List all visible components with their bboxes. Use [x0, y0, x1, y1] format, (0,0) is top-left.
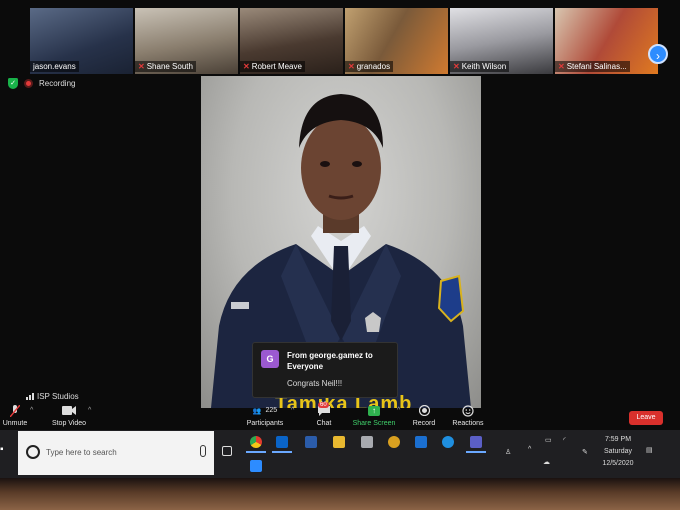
stop-video-button[interactable]: Stop Video — [50, 404, 88, 427]
cortana-circle-icon — [26, 445, 40, 459]
sender-avatar: G — [261, 350, 279, 368]
mic-muted-icon: ✕ — [243, 62, 250, 71]
action-center-icon[interactable]: ▤ — [646, 446, 653, 454]
unmute-button[interactable]: Unmute — [2, 404, 28, 427]
windows-taskbar: ▪ Type here to search ♙ ^ ▭ ◜ ☁ ✎ 7:59 P… — [0, 430, 680, 478]
participant-name: Robert Meave — [251, 62, 302, 71]
zoom-icon[interactable] — [250, 460, 262, 472]
edge-icon[interactable] — [442, 436, 454, 448]
share-options-caret-icon[interactable]: ^ — [397, 407, 400, 414]
record-icon — [418, 405, 430, 416]
active-speaker-label: ISP Studios — [26, 392, 79, 401]
meeting-toolbar: Unmute ^ Stop Video ^ 👥 225 Participants… — [0, 402, 680, 430]
share-arrow-icon: ↑ — [368, 405, 380, 416]
chrome-active-indicator — [246, 451, 266, 453]
next-page-button[interactable]: › — [648, 44, 668, 64]
participant-name: granados — [356, 62, 391, 71]
monitor-icon[interactable]: ▭ — [545, 436, 552, 444]
taskbar-search-box[interactable]: Type here to search — [18, 431, 214, 475]
active-speaker-name: ISP Studios — [37, 392, 79, 401]
outlook-icon[interactable] — [276, 436, 288, 448]
video-camera-icon — [50, 404, 88, 417]
signal-strength-icon — [26, 393, 34, 400]
windows-start-icon[interactable]: ▪ — [0, 444, 4, 455]
security-shield-icon[interactable]: ✓ — [8, 78, 18, 89]
task-view-icon[interactable] — [222, 446, 232, 456]
record-button[interactable]: Record — [410, 404, 438, 427]
video-options-caret-icon[interactable]: ^ — [88, 407, 91, 414]
participant-name: Stefani Salinas... — [566, 62, 627, 71]
mail-icon[interactable] — [415, 436, 427, 448]
chat-unread-badge: 60 — [318, 402, 329, 408]
participant-name: Shane South — [146, 62, 193, 71]
network-app-icon[interactable] — [388, 436, 400, 448]
reactions-button[interactable]: Reactions — [450, 404, 486, 427]
chat-notification[interactable]: G From george.gamez to Everyone Congrats… — [252, 342, 398, 398]
chat-message: Congrats Neil!!! — [287, 379, 343, 388]
participant-name: jason.evans — [33, 62, 76, 71]
wifi-icon[interactable]: ◜ — [563, 436, 566, 444]
mic-muted-icon: ✕ — [138, 62, 145, 71]
participants-button[interactable]: 👥 225 Participants — [245, 404, 285, 427]
recording-label: Recording — [39, 79, 76, 88]
word-icon[interactable] — [305, 436, 317, 448]
chat-button[interactable]: 60 Chat — [312, 402, 336, 427]
participant-tile[interactable]: ✕ Keith Wilson — [450, 8, 553, 74]
record-dot-icon — [24, 79, 33, 88]
cloud-sync-icon[interactable]: ☁ — [543, 458, 550, 466]
clock-time: 7:59 PM — [604, 436, 632, 443]
audio-options-caret-icon[interactable]: ^ — [30, 407, 33, 414]
outlook-active-indicator — [272, 451, 292, 453]
mic-muted-icon: ✕ — [348, 62, 355, 71]
participants-options-caret-icon[interactable]: ^ — [291, 407, 294, 414]
clock-day: Saturday — [603, 448, 633, 455]
participant-tile[interactable]: ✕ Shane South — [135, 8, 238, 74]
people-icon[interactable]: ♙ — [505, 448, 511, 456]
calculator-icon[interactable] — [361, 436, 373, 448]
participant-strip: jason.evans ✕ Shane South ✕ Robert Meave ✕… — [30, 8, 670, 74]
monitor-bezel — [0, 478, 680, 510]
participant-tile[interactable]: jason.evans — [30, 8, 133, 74]
leave-button[interactable]: Leave — [629, 411, 663, 425]
participants-count: 225 — [265, 407, 278, 414]
teams-active-indicator — [466, 451, 486, 453]
chat-sender-line: From george.gamez to Everyone — [287, 351, 373, 371]
file-explorer-icon[interactable] — [333, 436, 345, 448]
participant-name: Keith Wilson — [461, 62, 507, 71]
taskbar-clock[interactable]: 7:59 PM Saturday 12/5/2020 — [598, 436, 638, 467]
mic-muted-icon — [2, 404, 28, 417]
share-screen-button[interactable]: ↑ Share Screen — [352, 404, 396, 427]
clock-date: 12/5/2020 — [602, 460, 634, 467]
recording-indicator: ✓ Recording — [8, 78, 75, 89]
teams-icon[interactable] — [470, 436, 482, 448]
pen-icon[interactable]: ✎ — [582, 448, 588, 456]
participant-tile[interactable]: ✕ Robert Meave — [240, 8, 343, 74]
participants-icon: 👥 — [252, 407, 262, 415]
search-placeholder: Type here to search — [46, 448, 117, 457]
participant-tile[interactable]: ✕ granados — [345, 8, 448, 74]
mic-muted-icon: ✕ — [558, 62, 565, 71]
participant-tile[interactable]: ✕ Stefani Salinas... — [555, 8, 658, 74]
mic-muted-icon: ✕ — [453, 62, 460, 71]
smiley-plus-icon — [462, 404, 474, 417]
zoom-meeting-screen: jason.evans ✕ Shane South ✕ Robert Meave ✕… — [0, 0, 680, 478]
tray-expand-caret-icon[interactable]: ^ — [528, 446, 531, 453]
chrome-icon[interactable] — [250, 436, 262, 448]
voice-search-mic-icon[interactable] — [200, 445, 206, 457]
